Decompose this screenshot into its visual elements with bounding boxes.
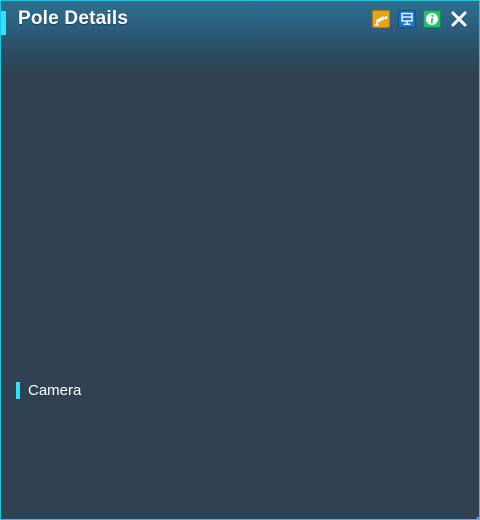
info-button[interactable]: [423, 10, 441, 28]
monitor-icon: [401, 12, 413, 25]
close-button[interactable]: [448, 8, 470, 30]
panel-header: Pole Details: [1, 1, 479, 73]
header-accent-bar: [1, 11, 6, 35]
close-icon: [451, 11, 467, 27]
info-icon: [426, 13, 438, 25]
pole-details-panel: Pole Details Camera: [0, 0, 480, 520]
panel-title: Pole Details: [18, 8, 129, 29]
monitor-button[interactable]: [398, 10, 416, 28]
camera-section-label: Camera: [16, 382, 81, 399]
camera-icon: [374, 15, 388, 26]
camera-button[interactable]: [372, 10, 390, 28]
